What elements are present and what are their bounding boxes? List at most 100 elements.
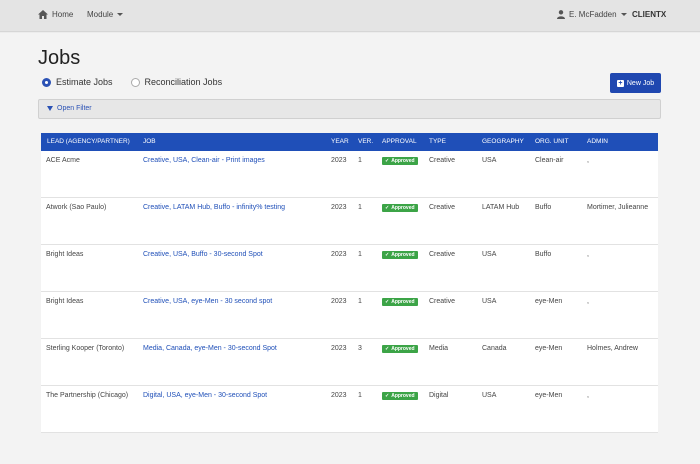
cell-geography: USA (482, 392, 497, 399)
plus-icon: + (616, 79, 624, 87)
header-year[interactable]: YEAR (331, 138, 349, 145)
radio-reconciliation-label: Reconciliation Jobs (144, 77, 223, 87)
filter-bar: Open Filter (38, 99, 661, 119)
approved-label: Approved (391, 252, 415, 258)
radio-checked-icon[interactable] (42, 77, 51, 87)
approved-label: Approved (391, 205, 415, 211)
open-filter-link[interactable]: Open Filter (47, 105, 92, 112)
table-row: Sterling Kooper (Toronto) Media, Canada,… (41, 339, 658, 386)
cell-lead: The Partnership (Chicago) (46, 392, 129, 399)
nav-home-label: Home (52, 10, 74, 19)
approved-label: Approved (391, 299, 415, 305)
cell-geography: USA (482, 157, 497, 164)
table-row: Bright Ideas Creative, USA, eye-Men - 30… (41, 292, 658, 339)
cell-lead: Bright Ideas (46, 251, 84, 258)
cell-org-unit: eye-Men (535, 345, 563, 352)
cell-admin: , (587, 251, 589, 258)
cell-geography: LATAM Hub (482, 204, 520, 211)
cell-job-link[interactable]: Creative, LATAM Hub, Buffo - infinity% t… (143, 204, 285, 211)
cell-type: Media (429, 345, 449, 352)
check-icon: ✓ (385, 158, 390, 164)
main-content: Jobs Estimate Jobs Reconciliation Jobs +… (0, 33, 700, 464)
radio-reconciliation-jobs[interactable]: Reconciliation Jobs (130, 77, 223, 87)
cell-org-unit: Buffo (535, 251, 552, 258)
header-type[interactable]: TYPE (429, 138, 446, 145)
cell-geography: USA (482, 251, 497, 258)
cell-year: 2023 (331, 392, 347, 399)
table-header: LEAD (AGENCY/PARTNER) JOB YEAR VER. APPR… (41, 133, 658, 151)
cell-admin: , (587, 298, 589, 305)
header-admin[interactable]: ADMIN (587, 138, 608, 145)
cell-org-unit: Buffo (535, 204, 552, 211)
new-job-label: New Job (626, 79, 655, 87)
nav-module-label: Module (87, 10, 114, 19)
cell-year: 2023 (331, 157, 347, 164)
cell-org-unit: eye-Men (535, 298, 563, 305)
nav-module-dropdown[interactable]: Module (87, 10, 124, 19)
page-title: Jobs (38, 47, 81, 69)
cell-admin: , (587, 157, 589, 164)
cell-job-link[interactable]: Creative, USA, eye-Men - 30 second spot (143, 298, 272, 305)
table-row: ACE Acme Creative, USA, Clean-air - Prin… (41, 151, 658, 198)
approved-badge: ✓ Approved (382, 251, 418, 259)
approved-badge: ✓ Approved (382, 157, 418, 165)
cell-lead: Bright Ideas (46, 298, 84, 305)
table-row: Atwork (Sao Paulo) Creative, LATAM Hub, … (41, 198, 658, 245)
header-geography[interactable]: GEOGRAPHY (482, 138, 524, 145)
cell-geography: USA (482, 298, 497, 305)
cell-type: Digital (429, 392, 449, 399)
open-filter-label: Open Filter (57, 105, 92, 112)
approved-label: Approved (391, 158, 415, 164)
table-row: Bright Ideas Creative, USA, Buffo - 30-s… (41, 245, 658, 292)
approved-badge: ✓ Approved (382, 298, 418, 306)
cell-admin: Mortimer, Julieanne (587, 204, 649, 211)
jobs-table: LEAD (AGENCY/PARTNER) JOB YEAR VER. APPR… (41, 133, 658, 433)
cell-geography: Canada (482, 345, 507, 352)
approved-badge: ✓ Approved (382, 392, 418, 400)
cell-org-unit: Clean-air (535, 157, 564, 164)
cell-job-link[interactable]: Creative, USA, Buffo - 30-second Spot (143, 251, 263, 258)
radio-estimate-jobs[interactable]: Estimate Jobs (42, 77, 113, 87)
cell-type: Creative (429, 298, 456, 305)
cell-ver: 1 (358, 204, 362, 211)
cell-job-link[interactable]: Digital, USA, eye-Men - 30-second Spot (143, 392, 267, 399)
header-org-unit[interactable]: ORG. UNIT (535, 138, 569, 145)
header-job[interactable]: JOB (143, 138, 156, 145)
cell-admin: , (587, 392, 589, 399)
check-icon: ✓ (385, 346, 390, 352)
nav-home-link[interactable]: Home (38, 10, 73, 19)
chevron-down-icon (117, 13, 124, 16)
cell-year: 2023 (331, 251, 347, 258)
cell-type: Creative (429, 251, 456, 258)
radio-estimate-label: Estimate Jobs (56, 77, 113, 87)
header-approval[interactable]: APPROVAL (382, 138, 417, 145)
cell-ver: 1 (358, 157, 362, 164)
approved-badge: ✓ Approved (382, 345, 418, 353)
nav-client-label[interactable]: CLIENTX (632, 10, 666, 19)
check-icon: ✓ (385, 205, 390, 211)
cell-lead: ACE Acme (46, 157, 80, 164)
approved-label: Approved (391, 346, 415, 352)
header-ver[interactable]: VER. (358, 138, 373, 145)
check-icon: ✓ (385, 252, 390, 258)
check-icon: ✓ (385, 299, 390, 305)
home-icon (38, 10, 48, 19)
cell-job-link[interactable]: Creative, USA, Clean-air - Print images (143, 157, 265, 164)
cell-ver: 3 (358, 345, 362, 352)
table-row: The Partnership (Chicago) Digital, USA, … (41, 386, 658, 433)
new-job-button[interactable]: + New Job (610, 73, 661, 93)
radio-unchecked-icon[interactable] (130, 77, 140, 87)
approved-label: Approved (391, 393, 415, 399)
cell-type: Creative (429, 157, 456, 164)
cell-admin: Holmes, Andrew (587, 345, 638, 352)
cell-job-link[interactable]: Media, Canada, eye-Men - 30-second Spot (143, 345, 277, 352)
nav-user-dropdown[interactable]: E. McFadden (557, 10, 627, 19)
top-navbar: Home Module E. McFadden CLIENTX (0, 0, 700, 32)
header-lead[interactable]: LEAD (AGENCY/PARTNER) (47, 138, 130, 145)
job-type-radio-group: Estimate Jobs Reconciliation Jobs (42, 77, 222, 87)
cell-year: 2023 (331, 298, 347, 305)
cell-ver: 1 (358, 392, 362, 399)
approved-badge: ✓ Approved (382, 204, 418, 212)
cell-year: 2023 (331, 345, 347, 352)
cell-org-unit: eye-Men (535, 392, 563, 399)
